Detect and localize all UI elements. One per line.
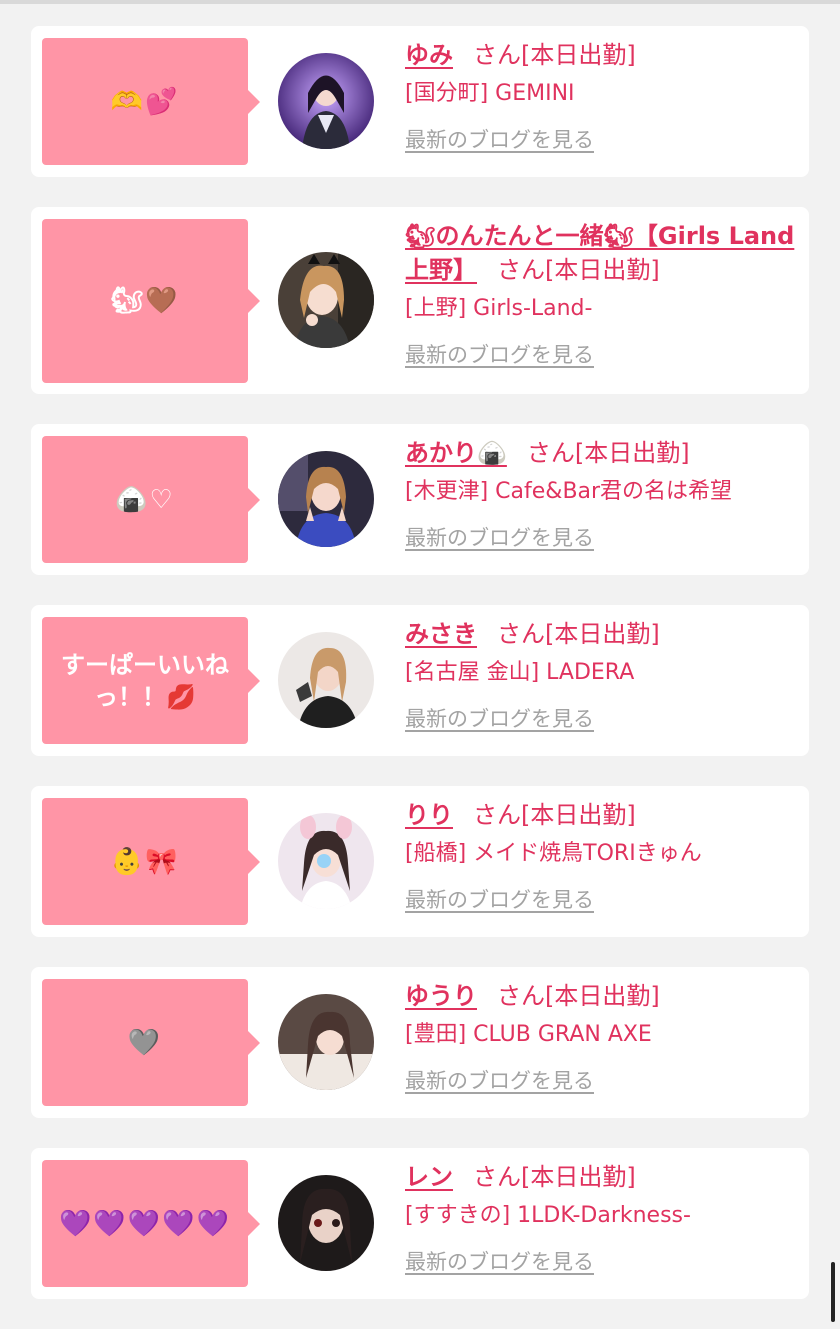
- status-text: さん[本日出勤]: [473, 1163, 636, 1191]
- scrollbar[interactable]: [831, 1262, 835, 1322]
- girl-name-link[interactable]: りり: [405, 801, 453, 829]
- list-item: 👶🎀 りり さん[本日出勤] [船橋] メイド焼鳥TORIきゅん 最新のブログを見…: [31, 786, 809, 937]
- latest-blog-link[interactable]: 最新のブログを見る: [405, 703, 594, 733]
- message-bubble: 👶🎀: [42, 798, 260, 925]
- latest-blog-link[interactable]: 最新のブログを見る: [405, 1246, 594, 1276]
- latest-blog-link[interactable]: 最新のブログを見る: [405, 522, 594, 552]
- card-info: りり さん[本日出勤] [船橋] メイド焼鳥TORIきゅん 最新のブログを見る: [405, 798, 801, 914]
- card-info: 🐿のんたんと一緒🐿【Girls Land上野】 さん[本日出勤] [上野] Gir…: [405, 219, 801, 369]
- card-info: レン さん[本日出勤] [すすきの] 1LDK-Darkness- 最新のブログを…: [405, 1160, 801, 1276]
- avatar[interactable]: [278, 252, 374, 348]
- list-item: すーぱーいいねっ！！💋 みさき さん[本日出勤] [名古屋 金山] LADERA …: [31, 605, 809, 756]
- list-item: 🍙♡ あかり🍙 さん[本日出勤] [木更津] Cafe&Bar君の名は希望 最新の…: [31, 424, 809, 575]
- status-text: さん[本日出勤]: [473, 41, 636, 69]
- card-info: あかり🍙 さん[本日出勤] [木更津] Cafe&Bar君の名は希望 最新のブログ…: [405, 436, 801, 552]
- girl-name-link[interactable]: ゆみ: [405, 41, 453, 69]
- shop-name[interactable]: [木更津] Cafe&Bar君の名は希望: [405, 474, 801, 510]
- girl-name-link[interactable]: あかり🍙: [405, 439, 507, 467]
- latest-blog-link[interactable]: 最新のブログを見る: [405, 339, 594, 369]
- list-item: 🐿🤎 🐿のんたんと一緒🐿【Girls Land上野】 さん[本日出勤] [上野] …: [31, 207, 809, 394]
- avatar-image: [278, 252, 374, 348]
- list-item: 💜💜💜💜💜 レン さん[本日出勤] [すすきの] 1LDK-Darkness- 最…: [31, 1148, 809, 1299]
- message-bubble: 🐿🤎: [42, 219, 260, 383]
- girl-name-link[interactable]: みさき: [405, 620, 477, 648]
- avatar-image: [278, 1175, 374, 1271]
- avatar[interactable]: [278, 813, 374, 909]
- card-info: ゆみ さん[本日出勤] [国分町] GEMINI 最新のブログを見る: [405, 38, 801, 154]
- latest-blog-link[interactable]: 最新のブログを見る: [405, 1065, 594, 1095]
- girl-name-link[interactable]: レン: [405, 1163, 453, 1191]
- avatar[interactable]: [278, 632, 374, 728]
- shop-name[interactable]: [名古屋 金山] LADERA: [405, 655, 801, 691]
- avatar-image: [278, 632, 374, 728]
- shop-name[interactable]: [船橋] メイド焼鳥TORIきゅん: [405, 836, 801, 872]
- shop-name[interactable]: [豊田] CLUB GRAN AXE: [405, 1017, 801, 1053]
- status-text: さん[本日出勤]: [497, 256, 660, 284]
- avatar-image: [278, 994, 374, 1090]
- message-bubble: すーぱーいいねっ！！💋: [42, 617, 260, 744]
- girl-name-link[interactable]: ゆうり: [405, 982, 477, 1010]
- message-bubble: 🩶: [42, 979, 260, 1106]
- avatar[interactable]: [278, 994, 374, 1090]
- status-text: さん[本日出勤]: [526, 439, 690, 467]
- avatar[interactable]: [278, 1175, 374, 1271]
- message-bubble: 🫶💕: [42, 38, 260, 165]
- list-item: 🫶💕 ゆみ さん[本日出勤] [国分町] GEMINI 最新のブログを見る: [31, 26, 809, 177]
- shop-name[interactable]: [国分町] GEMINI: [405, 76, 801, 112]
- girls-list: 🫶💕 ゆみさん[本日出勤] [国分町] GEMINI 最新のブログを見る 🐿🤎: [31, 26, 809, 1329]
- message-bubble: 💜💜💜💜💜: [42, 1160, 260, 1287]
- avatar-image: [278, 53, 374, 149]
- top-divider: [0, 0, 840, 4]
- avatar-image: [278, 451, 374, 547]
- card-info: みさき さん[本日出勤] [名古屋 金山] LADERA 最新のブログを見る: [405, 617, 801, 733]
- status-text: さん[本日出勤]: [473, 801, 636, 829]
- avatar[interactable]: [278, 53, 374, 149]
- message-bubble: 🍙♡: [42, 436, 260, 563]
- status-text: さん[本日出勤]: [497, 620, 660, 648]
- card-info: ゆうり さん[本日出勤] [豊田] CLUB GRAN AXE 最新のブログを見る: [405, 979, 801, 1095]
- latest-blog-link[interactable]: 最新のブログを見る: [405, 124, 594, 154]
- avatar[interactable]: [278, 451, 374, 547]
- shop-name[interactable]: [上野] Girls-Land-: [405, 291, 801, 327]
- latest-blog-link[interactable]: 最新のブログを見る: [405, 884, 594, 914]
- avatar-image: [278, 813, 374, 909]
- shop-name[interactable]: [すすきの] 1LDK-Darkness-: [405, 1198, 801, 1234]
- list-item: 🩶 ゆうり さん[本日出勤] [豊田] CLUB GRAN AXE 最新のブログを…: [31, 967, 809, 1118]
- status-text: さん[本日出勤]: [497, 982, 660, 1010]
